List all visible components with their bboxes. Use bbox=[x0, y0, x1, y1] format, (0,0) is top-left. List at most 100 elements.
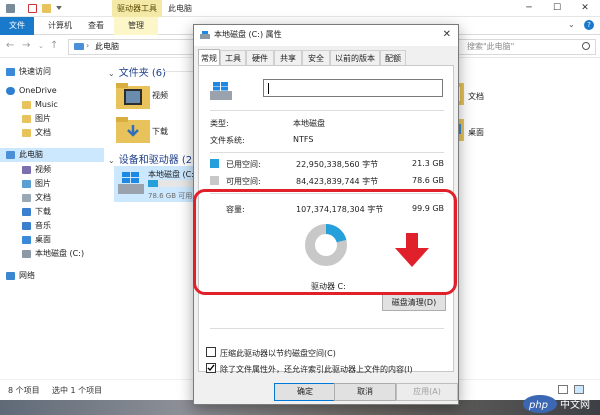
nav-item-music-local[interactable]: 音乐 bbox=[22, 219, 51, 233]
dialog-close-button[interactable]: ✕ bbox=[443, 25, 451, 45]
nav-item-pictures[interactable]: 图片 bbox=[22, 177, 51, 191]
status-selected-count: 选中 1 个项目 bbox=[52, 386, 103, 395]
type-value: 本地磁盘 bbox=[293, 119, 325, 128]
search-input[interactable]: 搜索"此电脑" bbox=[458, 39, 596, 55]
used-space-bytes: 22,950,338,560 字节 bbox=[296, 160, 379, 169]
computer-icon bbox=[6, 150, 15, 159]
chevron-down-icon: ⌄ bbox=[108, 156, 115, 165]
folder-label-videos: 视频 bbox=[152, 91, 168, 100]
disk-cleanup-button[interactable]: 磁盘清理(D) bbox=[382, 294, 446, 311]
explorer-titlebar: 驱动器工具 此电脑 ─ ☐ ✕ bbox=[0, 0, 600, 17]
status-item-count: 8 个项目 bbox=[8, 386, 40, 395]
nav-item-documents[interactable]: 文档 bbox=[22, 191, 51, 205]
folder-icon[interactable] bbox=[42, 4, 51, 13]
nav-item-onedrive-documents[interactable]: 文档 bbox=[22, 126, 51, 140]
computer-icon bbox=[74, 43, 84, 50]
divider bbox=[210, 110, 444, 111]
filesystem-label: 文件系统: bbox=[210, 136, 245, 145]
drive-icon bbox=[22, 249, 31, 258]
tab-general[interactable]: 常规 bbox=[198, 49, 220, 66]
window-title: 此电脑 bbox=[168, 4, 192, 13]
nav-item-videos[interactable]: 视频 bbox=[22, 163, 51, 177]
compress-drive-label: 压缩此驱动器以节约磁盘空间(C) bbox=[220, 349, 336, 358]
desktop-folder-icon bbox=[22, 235, 31, 244]
arrow-down-icon bbox=[395, 233, 429, 267]
pictures-folder-icon bbox=[22, 179, 31, 188]
tab-computer[interactable]: 计算机 bbox=[40, 17, 80, 35]
help-icon[interactable]: ? bbox=[584, 20, 594, 30]
free-space-bytes: 84,423,839,744 字节 bbox=[296, 177, 379, 186]
video-folder-icon[interactable] bbox=[116, 83, 150, 109]
nav-item-local-disk-c[interactable]: 本地磁盘 (C:) bbox=[22, 247, 84, 261]
nav-item-downloads[interactable]: 下载 bbox=[22, 205, 51, 219]
volume-label-input[interactable] bbox=[263, 79, 443, 97]
free-space-label: 可用空间: bbox=[226, 177, 261, 186]
tab-tools[interactable]: 工具 bbox=[220, 50, 246, 66]
up-arrow-icon[interactable]: ↑ bbox=[50, 40, 58, 51]
tab-manage[interactable]: 管理 bbox=[114, 17, 158, 35]
maximize-button[interactable]: ☐ bbox=[543, 0, 571, 17]
index-contents-checkbox[interactable] bbox=[206, 363, 216, 373]
tab-view[interactable]: 查看 bbox=[80, 17, 112, 35]
collapse-ribbon-icon[interactable]: ⌄ bbox=[568, 20, 575, 29]
folder-icon bbox=[22, 128, 31, 137]
tab-previous-versions[interactable]: 以前的版本 bbox=[330, 50, 380, 66]
php-chinese-logo: php 中文网 bbox=[523, 395, 590, 413]
drive-tile-name: 本地磁盘 (C: bbox=[148, 170, 194, 179]
text-caret bbox=[268, 83, 269, 94]
apply-button[interactable]: 应用(A) bbox=[396, 383, 458, 401]
nav-item-network[interactable]: 网络 bbox=[6, 269, 35, 283]
recent-locations-icon[interactable]: ⌄ bbox=[38, 42, 44, 50]
nav-item-onedrive[interactable]: OneDrive bbox=[6, 84, 57, 98]
divider bbox=[210, 328, 444, 329]
divider bbox=[210, 152, 444, 153]
svg-text:中文网: 中文网 bbox=[560, 398, 590, 411]
nav-item-quick-access[interactable]: 快速访问 bbox=[6, 65, 51, 79]
search-placeholder: 搜索"此电脑" bbox=[467, 42, 515, 51]
tab-hardware[interactable]: 硬件 bbox=[246, 50, 274, 66]
download-folder-icon[interactable] bbox=[116, 117, 150, 143]
compress-drive-checkbox[interactable] bbox=[206, 347, 216, 357]
nav-item-onedrive-pictures[interactable]: 图片 bbox=[22, 112, 51, 126]
free-space-swatch bbox=[210, 176, 219, 185]
minimize-button[interactable]: ─ bbox=[515, 0, 543, 17]
tab-security[interactable]: 安全 bbox=[302, 50, 330, 66]
devices-group-header[interactable]: ⌄ 设备和驱动器 (2) bbox=[108, 151, 196, 166]
nav-item-desktop[interactable]: 桌面 bbox=[22, 233, 51, 247]
tab-sharing[interactable]: 共享 bbox=[274, 50, 302, 66]
tab-quota[interactable]: 配额 bbox=[380, 50, 406, 66]
drive-free-space: 78.6 GB 可用 bbox=[148, 192, 193, 200]
checkmark-icon bbox=[207, 364, 215, 372]
customize-toolbar-icon[interactable] bbox=[56, 6, 62, 11]
folder-label-desktop: 桌面 bbox=[468, 128, 484, 137]
breadcrumb-separator-icon: › bbox=[86, 41, 90, 50]
drive-tools-context-tab: 驱动器工具 bbox=[112, 0, 162, 17]
chevron-down-icon: ⌄ bbox=[108, 69, 115, 78]
nav-item-music[interactable]: Music bbox=[22, 98, 58, 112]
type-label: 类型: bbox=[210, 119, 229, 128]
used-space-gb: 21.3 GB bbox=[412, 159, 445, 168]
nav-item-this-pc[interactable]: 此电脑 bbox=[0, 148, 104, 162]
cloud-icon bbox=[6, 86, 15, 95]
drive-icon bbox=[200, 31, 210, 39]
folder-icon bbox=[22, 100, 31, 109]
folders-group-header[interactable]: ⌄ 文件夹 (6) bbox=[108, 64, 166, 79]
video-folder-icon bbox=[22, 165, 31, 174]
breadcrumb: 此电脑 bbox=[95, 42, 119, 51]
properties-icon[interactable] bbox=[28, 4, 37, 13]
cancel-button[interactable]: 取消 bbox=[334, 383, 396, 401]
navigation-pane: 快速访问 OneDrive Music 图片 文档 此电脑 视频 图片 文档 下… bbox=[0, 59, 104, 379]
folder-icon bbox=[22, 114, 31, 123]
close-button[interactable]: ✕ bbox=[571, 0, 599, 17]
ok-button[interactable]: 确定 bbox=[274, 383, 336, 401]
forward-arrow-icon[interactable]: → bbox=[22, 40, 30, 51]
dialog-title: 本地磁盘 (C:) 属性 bbox=[214, 30, 282, 39]
tab-file[interactable]: 文件 bbox=[0, 17, 34, 35]
star-icon bbox=[6, 67, 15, 76]
drive-icon bbox=[6, 4, 15, 13]
back-arrow-icon[interactable]: ← bbox=[6, 40, 14, 51]
used-space-label: 已用空间: bbox=[226, 160, 261, 169]
filesystem-value: NTFS bbox=[293, 135, 314, 144]
music-folder-icon bbox=[22, 221, 31, 230]
free-space-gb: 78.6 GB bbox=[412, 176, 445, 185]
